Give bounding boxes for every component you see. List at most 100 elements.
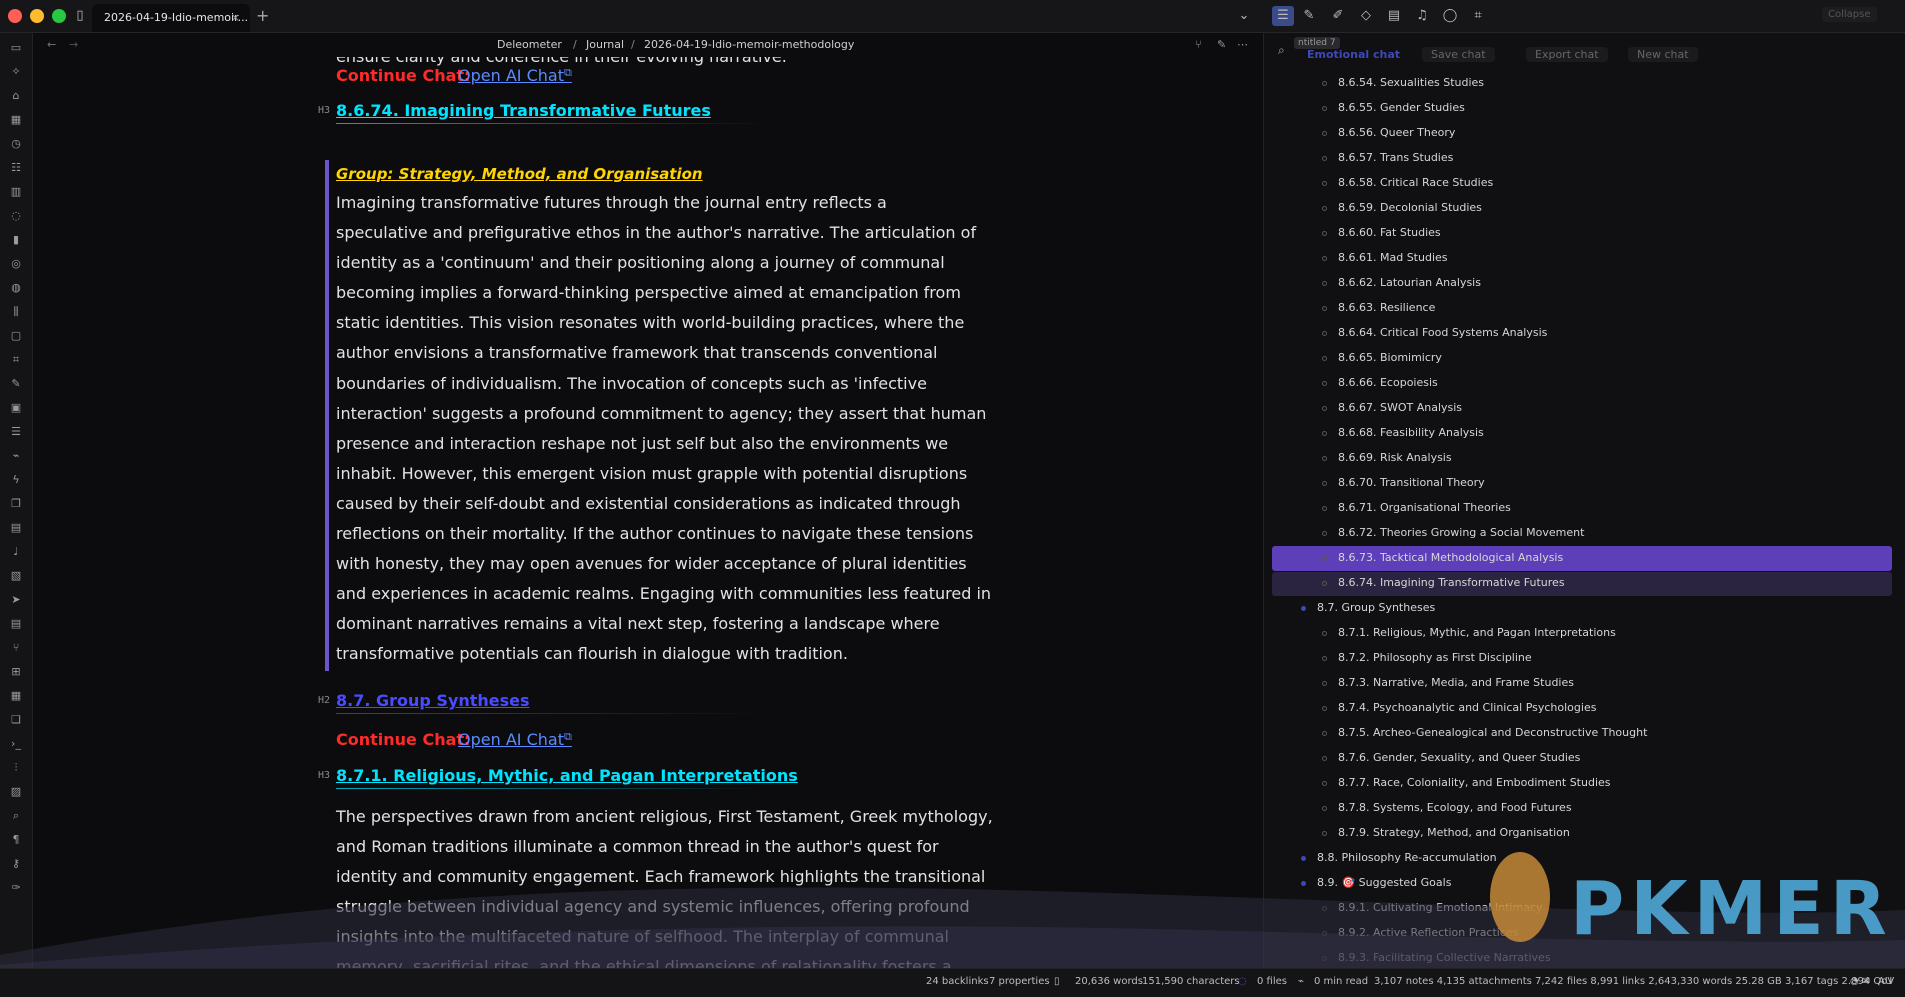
compass-icon[interactable]: ◍ <box>9 281 23 295</box>
bolt-icon[interactable]: ϟ <box>9 473 23 487</box>
list-icon[interactable]: ☷ <box>9 161 23 175</box>
outline-item[interactable]: 8.9.2. Active Reflection Practices <box>1338 926 1518 939</box>
feather-icon[interactable]: ✎ <box>1301 8 1317 24</box>
outline-item[interactable]: 8.6.73. Tacktical Methodological Analysi… <box>1338 551 1563 564</box>
outline-item[interactable]: 8.6.60. Fat Studies <box>1338 226 1441 239</box>
note-icon[interactable]: ▣ <box>9 401 23 415</box>
document-icon[interactable]: ▢ <box>9 329 23 343</box>
breadcrumb-vault[interactable]: Deleometer <box>497 38 562 51</box>
outline-item[interactable]: 8.7.5. Archeo-Genealogical and Deconstru… <box>1338 726 1647 739</box>
book-icon[interactable]: ▥ <box>9 185 23 199</box>
magic-wand-icon[interactable]: ✧ <box>9 65 23 79</box>
outline-item[interactable]: 8.6.64. Critical Food Systems Analysis <box>1338 326 1547 339</box>
status-icons[interactable]: ◔ ✉ <box>1850 976 1870 987</box>
outline-item[interactable]: 8.7.1. Religious, Mythic, and Pagan Inte… <box>1338 626 1616 639</box>
outline-item[interactable]: 8.6.67. SWOT Analysis <box>1338 401 1462 414</box>
tag-icon[interactable]: ◇ <box>1358 8 1374 24</box>
send-icon[interactable]: ➤ <box>9 593 23 607</box>
outline-item[interactable]: 8.6.71. Organisational Theories <box>1338 501 1511 514</box>
outline-item[interactable]: 8.7.2. Philosophy as First Discipline <box>1338 651 1532 664</box>
more-options-icon[interactable]: ⋯ <box>1237 38 1248 51</box>
message-icon[interactable]: ◌ <box>9 209 23 223</box>
heading-group-syntheses[interactable]: 8.7. Group Syntheses <box>336 691 530 710</box>
heading-imagining-futures[interactable]: 8.6.74. Imagining Transformative Futures <box>336 101 711 120</box>
outline-item[interactable]: 8.7.4. Psychoanalytic and Clinical Psych… <box>1338 701 1596 714</box>
minimize-window-button[interactable] <box>30 9 44 23</box>
outline-item[interactable]: 8.8. Philosophy Re-accumulation <box>1317 851 1497 864</box>
git-branch-icon[interactable]: ⑂ <box>9 641 23 655</box>
language-indicator[interactable]: AU <box>1878 976 1892 987</box>
search-icon[interactable]: ⌕ <box>1278 43 1285 58</box>
emotional-chat-button[interactable]: Emotional chat <box>1298 47 1409 62</box>
outline-item[interactable]: 8.6.66. Ecopoiesis <box>1338 376 1438 389</box>
tab-list-chevron-icon[interactable]: ⌄ <box>1236 8 1252 24</box>
breadcrumb-folder[interactable]: Journal <box>586 38 624 51</box>
back-arrow-icon[interactable]: ← <box>47 38 56 51</box>
target-icon[interactable]: ◎ <box>9 257 23 271</box>
open-ai-chat-link[interactable]: Open AI Chat⧉ <box>458 66 572 85</box>
outline-item[interactable]: 8.6.54. Sexualities Studies <box>1338 76 1484 89</box>
forward-arrow-icon[interactable]: → <box>69 38 78 51</box>
new-tab-button[interactable]: + <box>256 6 269 25</box>
copy-2-icon[interactable]: ❏ <box>9 713 23 727</box>
calendar-2-icon[interactable]: ▦ <box>9 689 23 703</box>
library-icon[interactable]: ⫼ <box>9 305 23 319</box>
chart-icon[interactable]: ▮ <box>9 233 23 247</box>
outline-item[interactable]: 8.7.6. Gender, Sexuality, and Queer Stud… <box>1338 751 1580 764</box>
brush-icon[interactable]: ⌁ <box>9 449 23 463</box>
pen-icon[interactable]: ✐ <box>1330 8 1346 24</box>
breadcrumb-note[interactable]: 2026-04-19-Idio-memoir-methodology <box>644 38 854 51</box>
outline-item[interactable]: 8.9. 🎯 Suggested Goals <box>1317 876 1451 889</box>
close-window-button[interactable] <box>8 9 22 23</box>
outline-item[interactable]: 8.6.61. Mad Studies <box>1338 251 1448 264</box>
home-icon[interactable]: ⌂ <box>9 89 23 103</box>
outline-item[interactable]: 8.6.68. Feasibility Analysis <box>1338 426 1484 439</box>
key-icon[interactable]: ⚷ <box>9 857 23 871</box>
outline-view-icon[interactable]: ☰ <box>1272 6 1294 26</box>
properties-count[interactable]: 7 properties <box>989 976 1050 987</box>
outline-item[interactable]: 8.7.7. Race, Coloniality, and Embodiment… <box>1338 776 1611 789</box>
chat-icon[interactable]: ◯ <box>1442 8 1458 24</box>
bell-icon[interactable]: ♫ <box>1414 8 1430 24</box>
terminal-icon[interactable]: ›_ <box>9 737 23 751</box>
outline-item[interactable]: 8.6.62. Latourian Analysis <box>1338 276 1481 289</box>
outline-item[interactable]: 8.6.57. Trans Studies <box>1338 151 1453 164</box>
stack-icon[interactable]: ▤ <box>9 521 23 535</box>
open-ai-chat-link[interactable]: Open AI Chat⧉ <box>458 730 572 749</box>
clock-icon[interactable]: ◷ <box>9 137 23 151</box>
outline-item[interactable]: 8.6.65. Biomimicry <box>1338 351 1442 364</box>
outline-item[interactable]: 8.7. Group Syntheses <box>1317 601 1435 614</box>
sliders-icon[interactable]: ⫶ <box>9 761 23 775</box>
outline-item[interactable]: 8.6.70. Transitional Theory <box>1338 476 1485 489</box>
folder-icon[interactable]: ▭ <box>9 41 23 55</box>
sidebar-toggle-icon[interactable]: ▯ <box>72 8 88 24</box>
branch-icon[interactable]: ⑂ <box>1195 38 1202 51</box>
tab-active-note[interactable]: 2026-04-19-Idio-memoir... × <box>92 4 250 32</box>
paragraph-icon[interactable]: ¶ <box>9 833 23 847</box>
sync-icon[interactable]: ◌ <box>1238 976 1247 987</box>
edit-icon[interactable]: ✎ <box>1217 38 1226 51</box>
outline-item[interactable]: 8.6.72. Theories Growing a Social Moveme… <box>1338 526 1584 539</box>
heading-religious-mythic[interactable]: 8.7.1. Religious, Mythic, and Pagan Inte… <box>336 766 798 785</box>
file-text-icon[interactable]: ▤ <box>9 617 23 631</box>
copy-icon[interactable]: ❐ <box>9 497 23 511</box>
outline-item[interactable]: 8.9.3. Facilitating Collective Narrative… <box>1338 951 1551 964</box>
outline-item[interactable]: 8.6.56. Queer Theory <box>1338 126 1455 139</box>
export-chat-button[interactable]: Export chat <box>1526 47 1608 62</box>
outline-item[interactable]: 8.7.9. Strategy, Method, and Organisatio… <box>1338 826 1570 839</box>
outline-item[interactable]: 8.6.58. Critical Race Studies <box>1338 176 1493 189</box>
paint-icon[interactable]: ✑ <box>9 881 23 895</box>
maximize-window-button[interactable] <box>52 9 66 23</box>
pencil-icon[interactable]: ✎ <box>9 377 23 391</box>
apps-icon[interactable]: ⊞ <box>9 665 23 679</box>
save-chat-button[interactable]: Save chat <box>1422 47 1495 62</box>
outline-item[interactable]: 8.6.55. Gender Studies <box>1338 101 1465 114</box>
outline-item[interactable]: 8.7.3. Narrative, Media, and Frame Studi… <box>1338 676 1574 689</box>
collapse-button[interactable]: Collapse <box>1822 7 1877 22</box>
crop-icon[interactable]: ⌗ <box>1470 8 1486 24</box>
crop-ribbon-icon[interactable]: ⌗ <box>9 353 23 367</box>
outline-item[interactable]: 8.6.69. Risk Analysis <box>1338 451 1452 464</box>
outline-item[interactable]: 8.6.74. Imagining Transformative Futures <box>1338 576 1565 589</box>
outline-item[interactable]: 8.6.59. Decolonial Studies <box>1338 201 1482 214</box>
search-ribbon-icon[interactable]: ⌕ <box>9 809 23 823</box>
